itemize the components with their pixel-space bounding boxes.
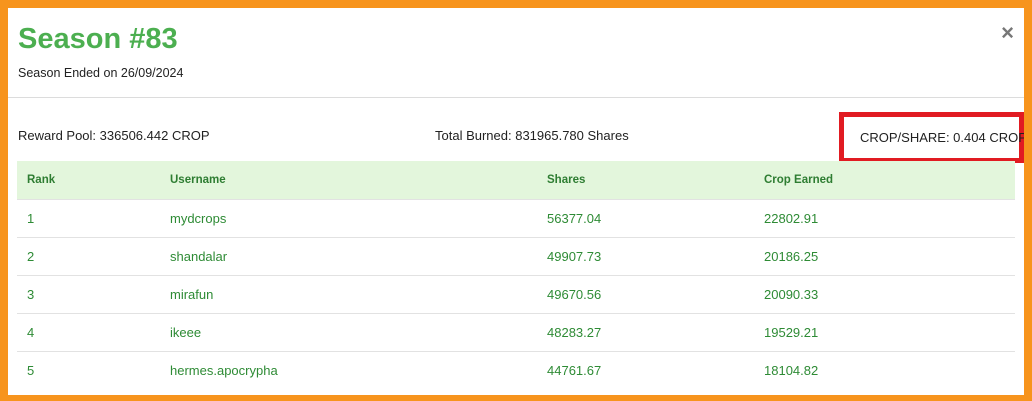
table-row: 2 shandalar 49907.73 20186.25 (17, 236, 1015, 275)
table-header-row: Rank Username Shares Crop Earned (17, 161, 1015, 199)
season-modal: Season #83 Season Ended on 26/09/2024 × … (8, 8, 1024, 395)
leaderboard-table: Rank Username Shares Crop Earned 1 mydcr… (17, 161, 1015, 389)
total-burned: Total Burned: 831965.780 Shares (435, 128, 629, 143)
column-header-rank: Rank (27, 173, 56, 186)
username-cell: hermes.apocrypha (160, 350, 537, 389)
close-icon[interactable]: × (1001, 22, 1014, 44)
season-end-date: Season Ended on 26/09/2024 (18, 66, 184, 80)
rank-cell: 5 (17, 350, 160, 389)
rank-cell: 1 (17, 198, 160, 237)
shares-cell: 49670.56 (537, 274, 754, 313)
crop-per-share: CROP/SHARE: 0.404 CROP (860, 130, 1024, 145)
season-stats: Reward Pool: 336506.442 CROP Total Burne… (8, 98, 1024, 163)
rank-cell: 3 (17, 274, 160, 313)
table-row: 5 hermes.apocrypha 44761.67 18104.82 (17, 350, 1015, 389)
column-header-shares: Shares (547, 173, 586, 186)
shares-cell: 48283.27 (537, 312, 754, 351)
column-header-username: Username (170, 173, 226, 186)
column-header-crop-earned: Crop Earned (764, 173, 834, 186)
table-row: 1 mydcrops 56377.04 22802.91 (17, 198, 1015, 237)
crop-per-share-highlight: CROP/SHARE: 0.404 CROP (839, 112, 1024, 163)
crop-earned-cell: 18104.82 (754, 350, 1015, 389)
season-title: Season #83 (18, 23, 178, 55)
reward-pool: Reward Pool: 336506.442 CROP (18, 128, 210, 143)
table-row: 4 ikeee 48283.27 19529.21 (17, 312, 1015, 351)
username-cell: mirafun (160, 274, 537, 313)
username-cell: mydcrops (160, 198, 537, 237)
shares-cell: 56377.04 (537, 198, 754, 237)
crop-earned-cell: 19529.21 (754, 312, 1015, 351)
rank-cell: 2 (17, 236, 160, 275)
crop-earned-cell: 20090.33 (754, 274, 1015, 313)
shares-cell: 49907.73 (537, 236, 754, 275)
username-cell: shandalar (160, 236, 537, 275)
username-cell: ikeee (160, 312, 537, 351)
rank-cell: 4 (17, 312, 160, 351)
shares-cell: 44761.67 (537, 350, 754, 389)
crop-earned-cell: 22802.91 (754, 198, 1015, 237)
modal-header: Season #83 Season Ended on 26/09/2024 × (8, 8, 1024, 98)
table-row: 3 mirafun 49670.56 20090.33 (17, 274, 1015, 313)
crop-earned-cell: 20186.25 (754, 236, 1015, 275)
